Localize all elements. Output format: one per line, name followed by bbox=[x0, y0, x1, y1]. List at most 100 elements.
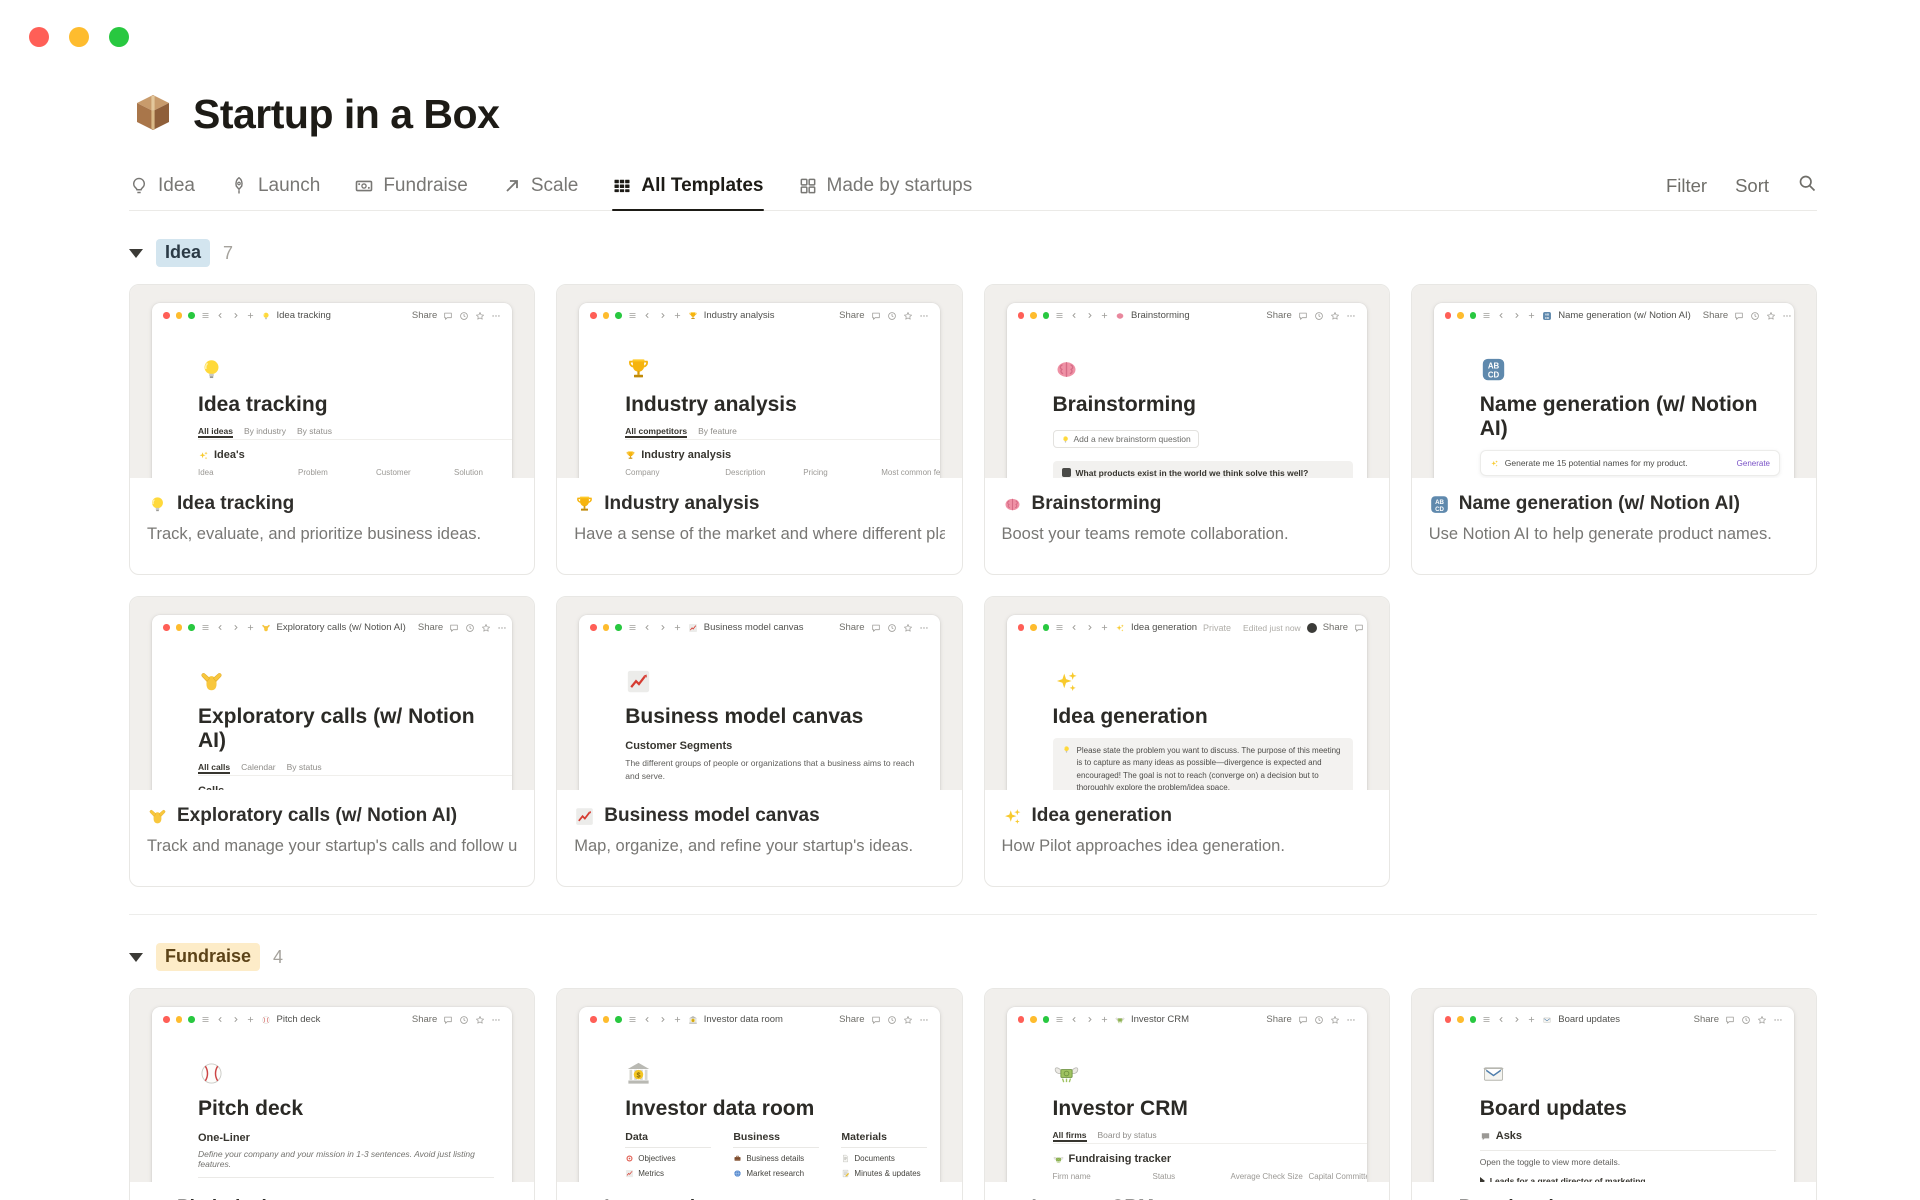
chev-right-icon bbox=[231, 623, 240, 632]
template-card-idea-tracking[interactable]: Idea tracking Share Idea tracking All ideas… bbox=[129, 284, 536, 575]
svg-text:CD: CD bbox=[1435, 505, 1444, 512]
template-card-idea-generation[interactable]: Idea generation Private Edited just now Sha… bbox=[983, 596, 1390, 887]
mini-link-label: Market research bbox=[746, 1169, 805, 1178]
mini-traffic-light bbox=[188, 624, 195, 631]
close-button[interactable] bbox=[29, 27, 49, 47]
template-card-investor-crm[interactable]: Investor CRM Share Investor CRM All firms Bo… bbox=[983, 988, 1390, 1200]
template-card-name-generation-w-notion-ai[interactable]: AB CD Name generation (w/ Notion AI) Share A… bbox=[1410, 284, 1817, 575]
brain-icon bbox=[1002, 494, 1023, 515]
tab-scale[interactable]: Scale bbox=[502, 161, 579, 210]
card-footer: Idea tracking Track, evaluate, and priori… bbox=[130, 478, 534, 544]
template-card-investor-data-room[interactable]: $ Investor data room Share $ Investor data r… bbox=[556, 988, 963, 1200]
mini-question-text: What products exist in the world we thin… bbox=[1075, 467, 1309, 478]
template-card-exploratory-calls-w-notion-ai[interactable]: Exploratory calls (w/ Notion AI) Share Exp… bbox=[129, 596, 536, 887]
card-title-row: Business model canvas bbox=[574, 805, 944, 827]
search-icon[interactable] bbox=[1797, 173, 1817, 198]
filter-button[interactable]: Filter bbox=[1666, 175, 1707, 197]
mini-traffic-light bbox=[1444, 1016, 1452, 1023]
card-preview: Board updates Share Board updates Asks Open … bbox=[1411, 989, 1816, 1182]
mini-page: Exploratory calls (w/ Notion AI) All call… bbox=[152, 640, 513, 790]
tab-made-by-startups[interactable]: Made by startups bbox=[798, 161, 972, 210]
money-wings-icon bbox=[1115, 1015, 1125, 1025]
mini-share-label: Share bbox=[839, 622, 865, 633]
mini-traffic-light bbox=[175, 624, 182, 631]
mini-section-title: Fundraising tracker bbox=[1053, 1153, 1355, 1165]
clock-icon bbox=[459, 311, 469, 321]
lightbulb-icon bbox=[261, 311, 271, 321]
template-card-industry-analysis[interactable]: Industry analysis Share Industry analysis A… bbox=[556, 284, 963, 575]
tab-idea[interactable]: Idea bbox=[129, 161, 195, 210]
template-card-brainstorming[interactable]: Brainstorming Share Brainstorming Add a new… bbox=[983, 284, 1390, 575]
template-card-business-model-canvas[interactable]: Business model canvas Share Business model… bbox=[556, 596, 963, 887]
template-card-pitch-deck[interactable]: Pitch deck Share Pitch deck One-Liner Define… bbox=[129, 988, 536, 1200]
mini-traffic-light bbox=[615, 1016, 622, 1023]
mini-section-title: Idea's bbox=[198, 449, 500, 461]
dots-icon bbox=[491, 311, 501, 321]
mini-page: Investor CRM All firms Board by status Fund… bbox=[1007, 1032, 1367, 1182]
card-description: Map, organize, and refine your startup's… bbox=[574, 837, 914, 855]
mini-traffic-light bbox=[590, 1016, 597, 1023]
mini-window: Investor CRM Share Investor CRM All firms Bo… bbox=[1006, 1007, 1367, 1182]
mini-column-title: Materials bbox=[841, 1131, 928, 1148]
mini-window: $ Investor data room Share $ Investor data r… bbox=[579, 1007, 940, 1182]
chart-up-icon bbox=[625, 668, 652, 695]
minimize-button[interactable] bbox=[69, 27, 89, 47]
mini-link-item: Business details bbox=[733, 1154, 819, 1163]
card-footer: Board updates bbox=[1412, 1182, 1816, 1200]
mini-traffic-light bbox=[1457, 312, 1464, 319]
collapse-triangle-icon[interactable] bbox=[129, 952, 143, 962]
zoom-button[interactable] bbox=[109, 27, 129, 47]
collapse-triangle-icon[interactable] bbox=[129, 248, 143, 258]
tab-label: All Templates bbox=[641, 174, 764, 196]
dots-icon bbox=[919, 311, 929, 321]
card-preview: Industry analysis Share Industry analysis A… bbox=[557, 285, 962, 478]
mini-traffic-light bbox=[1457, 1016, 1464, 1023]
comment-icon bbox=[1298, 311, 1308, 321]
sparkles-icon bbox=[1490, 459, 1499, 468]
chev-right-icon bbox=[231, 1015, 240, 1024]
chev-left-icon bbox=[1070, 1015, 1079, 1024]
mini-column-header: Firm name bbox=[1052, 1172, 1091, 1181]
mini-column-header: Solution bbox=[454, 468, 483, 477]
clock-icon bbox=[887, 1015, 897, 1025]
dots-icon bbox=[1773, 1015, 1783, 1025]
package-icon bbox=[129, 88, 177, 141]
clock-icon bbox=[887, 623, 897, 633]
svg-text:CD: CD bbox=[1488, 371, 1500, 380]
dots-icon bbox=[919, 1015, 929, 1025]
mini-page-title: Exploratory calls (w/ Notion AI) bbox=[198, 705, 475, 752]
template-card-board-updates[interactable]: Board updates Share Board updates Asks Open … bbox=[1410, 988, 1817, 1200]
card-title-row: Idea generation bbox=[1002, 805, 1372, 827]
section-badge: Idea bbox=[156, 239, 211, 267]
page-icon bbox=[841, 1154, 850, 1163]
brain-icon bbox=[1115, 311, 1125, 321]
card-title-row: Idea tracking bbox=[147, 493, 517, 515]
mini-heading: One-Liner bbox=[198, 1132, 250, 1144]
arrow-up-right-icon bbox=[502, 176, 522, 196]
mini-edited-label: Edited just now bbox=[1243, 622, 1301, 633]
sort-button[interactable]: Sort bbox=[1735, 175, 1769, 197]
abcd-icon: AB CD bbox=[1542, 311, 1552, 321]
mini-column-header: Problem bbox=[298, 468, 328, 477]
mini-view-tab: Board by status bbox=[1097, 1130, 1157, 1140]
plus-icon bbox=[1100, 1015, 1109, 1024]
tab-fundraise[interactable]: Fundraise bbox=[354, 161, 468, 210]
mini-column-header: Capital Committed bbox=[1308, 1172, 1367, 1181]
mini-breadcrumb: Brainstorming bbox=[1131, 310, 1190, 321]
tab-launch[interactable]: Launch bbox=[229, 161, 320, 210]
card-description: Track, evaluate, and prioritize business… bbox=[147, 525, 482, 543]
tab-label: Scale bbox=[530, 174, 579, 196]
comment-icon bbox=[1354, 623, 1364, 633]
mini-view-tabs: All calls Calendar By status bbox=[198, 762, 513, 776]
mini-traffic-light bbox=[175, 1016, 182, 1023]
tab-all-templates[interactable]: All Templates bbox=[612, 161, 764, 211]
mini-column: Materials Documents Minutes & updates bbox=[841, 1131, 928, 1178]
mini-question-block: What products exist in the world we thin… bbox=[1052, 460, 1353, 478]
mini-window-chrome: Exploratory calls (w/ Notion AI) Share bbox=[152, 615, 512, 640]
mini-view-tabs: All ideas By industry By status bbox=[198, 426, 513, 440]
plus-icon bbox=[1100, 311, 1109, 320]
card-description: Boost your teams remote collaboration. bbox=[1001, 525, 1289, 543]
dots-icon bbox=[1346, 1015, 1356, 1025]
chev-left-icon bbox=[216, 623, 225, 632]
chev-left-icon bbox=[1497, 311, 1506, 320]
